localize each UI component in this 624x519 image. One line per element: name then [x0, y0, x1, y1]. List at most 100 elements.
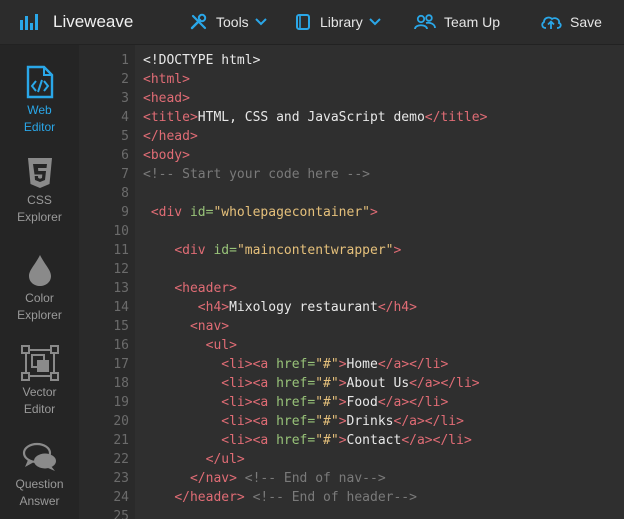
code-line[interactable]: 7 <!-- Start your code here --> — [79, 165, 624, 184]
code-line[interactable]: 4 <title>HTML, CSS and JavaScript demo</t… — [79, 108, 624, 127]
code-token: <body> — [143, 148, 190, 163]
line-number: 17 — [113, 357, 129, 372]
code-text: <nav> — [143, 317, 229, 336]
code-line[interactable]: 9 <div id="wholepagecontainer"> — [79, 203, 624, 222]
code-token: > — [338, 414, 347, 429]
sidebar-item-css-explorer[interactable]: CSS Explorer — [0, 157, 79, 226]
code-line[interactable]: 21 <li><a href="#">Contact</a></li> — [79, 431, 624, 450]
code-token: > — [338, 357, 347, 372]
code-text: <ul> — [143, 336, 237, 355]
code-token: <!DOCTYPE html> — [143, 53, 261, 68]
code-token: <li><a — [221, 357, 277, 372]
team-up-label: Team Up — [444, 14, 501, 30]
code-line[interactable]: 19 <li><a href="#">Food</a></li> — [79, 393, 624, 412]
code-token: <!-- Start your code here --> — [143, 167, 370, 182]
code-line[interactable]: 12 — [79, 260, 624, 279]
code-line[interactable]: 1 <!DOCTYPE html> — [79, 51, 624, 70]
code-line[interactable]: 14 <h4>Mixology restaurant</h4> — [79, 298, 624, 317]
code-token: "#" — [315, 395, 339, 410]
sidebar-item-web-editor[interactable]: Web Editor — [0, 65, 79, 136]
code-token: </header> — [174, 490, 245, 505]
code-token: <!-- End of header--> — [244, 490, 417, 505]
code-token: href= — [276, 376, 316, 391]
code-token: </ul> — [205, 452, 245, 467]
droplet-icon — [28, 255, 51, 286]
code-line[interactable]: 22 </ul> — [79, 450, 624, 469]
brand[interactable]: Liveweave — [20, 11, 133, 33]
code-text: <title>HTML, CSS and JavaScript demo</ti… — [143, 108, 487, 127]
code-text: <header> — [143, 279, 237, 298]
code-line[interactable]: 17 <li><a href="#">Home</a></li> — [79, 355, 624, 374]
code-token: id= — [213, 243, 237, 258]
code-token: </a></li> — [401, 433, 472, 448]
code-text: <body> — [143, 146, 190, 165]
code-text: <li><a href="#">Drinks</a></li> — [143, 412, 464, 431]
tools-icon — [190, 13, 207, 30]
code-line[interactable]: 20 <li><a href="#">Drinks</a></li> — [79, 412, 624, 431]
code-line[interactable]: 16 <ul> — [79, 336, 624, 355]
line-number: 12 — [113, 262, 129, 277]
code-token: <title> — [143, 110, 198, 125]
sidebar-label-line1: Vector — [22, 385, 57, 399]
line-number: 23 — [113, 471, 129, 486]
code-line[interactable]: 2 <html> — [79, 70, 624, 89]
line-number: 15 — [113, 319, 129, 334]
code-line[interactable]: 5 </head> — [79, 127, 624, 146]
code-token: > — [370, 205, 378, 220]
code-line[interactable]: 24 </header> <!-- End of header--> — [79, 488, 624, 507]
code-line[interactable]: 11 <div id="maincontentwrapper"> — [79, 241, 624, 260]
app-name: Liveweave — [53, 12, 134, 31]
code-line[interactable]: 3 <head> — [79, 89, 624, 108]
top-bar: Liveweave Tools Library Team Up Save — [0, 0, 624, 45]
line-number: 20 — [113, 414, 129, 429]
sidebar-item-color-explorer[interactable]: Color Explorer — [0, 253, 79, 324]
code-token: href= — [276, 414, 316, 429]
save-button[interactable]: Save — [540, 11, 602, 33]
code-line[interactable]: 10 — [79, 222, 624, 241]
library-menu[interactable]: Library — [294, 11, 381, 33]
code-editor[interactable]: 1 <!DOCTYPE html> 2 <html> 3 <head> 4 <title>HT… — [79, 45, 624, 519]
code-text: <div id="wholepagecontainer"> — [143, 203, 378, 222]
css3-icon — [27, 158, 52, 188]
code-line[interactable]: 6 <body> — [79, 146, 624, 165]
code-token: "wholepagecontainer" — [213, 205, 370, 220]
code-line[interactable]: 23 </nav> <!-- End of nav--> — [79, 469, 624, 488]
code-file-icon — [26, 65, 53, 99]
users-icon — [414, 14, 436, 30]
code-text: <li><a href="#">About Us</a></li> — [143, 374, 479, 393]
line-number: 8 — [121, 186, 129, 201]
code-token: "#" — [315, 376, 339, 391]
code-lines[interactable]: 1 <!DOCTYPE html> 2 <html> 3 <head> 4 <title>HT… — [79, 51, 624, 519]
code-token: href= — [276, 395, 316, 410]
code-line[interactable]: 15 <nav> — [79, 317, 624, 336]
code-token: href= — [276, 433, 316, 448]
code-line[interactable]: 13 <header> — [79, 279, 624, 298]
team-up-button[interactable]: Team Up — [414, 11, 500, 33]
sidebar-label-line2: Answer — [19, 494, 60, 508]
book-icon — [296, 14, 310, 30]
code-line[interactable]: 8 — [79, 184, 624, 203]
code-token: </a></li> — [377, 395, 449, 410]
sidebar-label-line2: Explorer — [17, 308, 62, 322]
sidebar-item-vector-editor[interactable]: Vector Editor — [0, 345, 79, 418]
chat-bubbles-icon — [22, 442, 56, 471]
code-token: <!-- End of nav--> — [236, 471, 386, 486]
bar-chart-logo-icon — [20, 14, 40, 30]
code-line[interactable]: 18 <li><a href="#">About Us</a></li> — [79, 374, 624, 393]
code-line[interactable]: 25 — [79, 507, 624, 519]
tools-menu[interactable]: Tools — [190, 11, 267, 33]
vector-shapes-icon — [20, 345, 59, 381]
code-token: <html> — [143, 72, 190, 87]
code-token: <li><a — [221, 395, 277, 410]
code-token: <li><a — [221, 433, 277, 448]
code-token: About Us — [346, 376, 410, 391]
sidebar-item-question-answer[interactable]: Question Answer — [0, 441, 79, 510]
